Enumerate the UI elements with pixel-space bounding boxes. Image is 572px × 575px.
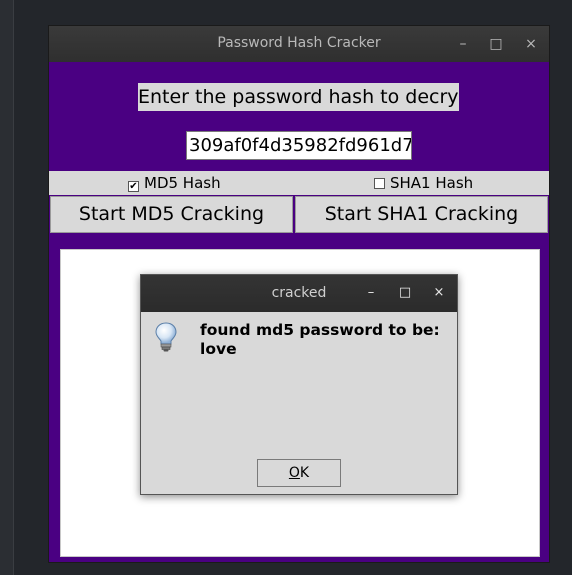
cracked-dialog: cracked – □ × found md5 password to be: … (140, 274, 458, 495)
hash-prompt-label: Enter the password hash to decrypt (138, 83, 459, 111)
start-md5-button[interactable]: Start MD5 Cracking (50, 196, 293, 233)
main-titlebar[interactable]: Password Hash Cracker – □ × (49, 26, 549, 62)
window-title: Password Hash Cracker (217, 35, 381, 51)
dialog-minimize-icon[interactable]: – (362, 284, 380, 302)
hash-type-row: ✔ MD5 Hash SHA1 Hash (49, 171, 549, 195)
sha1-checkbox-box[interactable] (374, 178, 385, 189)
minimize-icon[interactable]: – (453, 34, 473, 54)
lightbulb-icon (155, 322, 177, 352)
ok-button[interactable]: OK (257, 459, 341, 487)
desktop-background (0, 0, 14, 575)
dialog-message-line2: love (200, 340, 237, 358)
dialog-titlebar[interactable]: cracked – □ × (141, 275, 457, 312)
ok-mnemonic: O (288, 465, 300, 481)
dialog-close-icon[interactable]: × (430, 284, 448, 302)
dialog-maximize-icon[interactable]: □ (396, 284, 414, 302)
dialog-message: found md5 password to be: love (200, 321, 455, 359)
md5-checkbox-label: MD5 Hash (144, 174, 221, 192)
maximize-icon[interactable]: □ (486, 34, 506, 54)
md5-checkbox-box[interactable]: ✔ (128, 181, 139, 192)
md5-checkbox[interactable]: ✔ MD5 Hash (128, 173, 221, 193)
hash-input[interactable]: 309af0f4d35982fd961d7e (186, 131, 412, 160)
dialog-message-line1: found md5 password to be: (200, 321, 440, 339)
sha1-checkbox[interactable]: SHA1 Hash (374, 173, 473, 193)
sha1-checkbox-label: SHA1 Hash (390, 174, 474, 192)
start-sha1-button[interactable]: Start SHA1 Cracking (295, 196, 548, 233)
ok-label-rest: K (299, 465, 310, 481)
close-icon[interactable]: × (521, 34, 541, 54)
